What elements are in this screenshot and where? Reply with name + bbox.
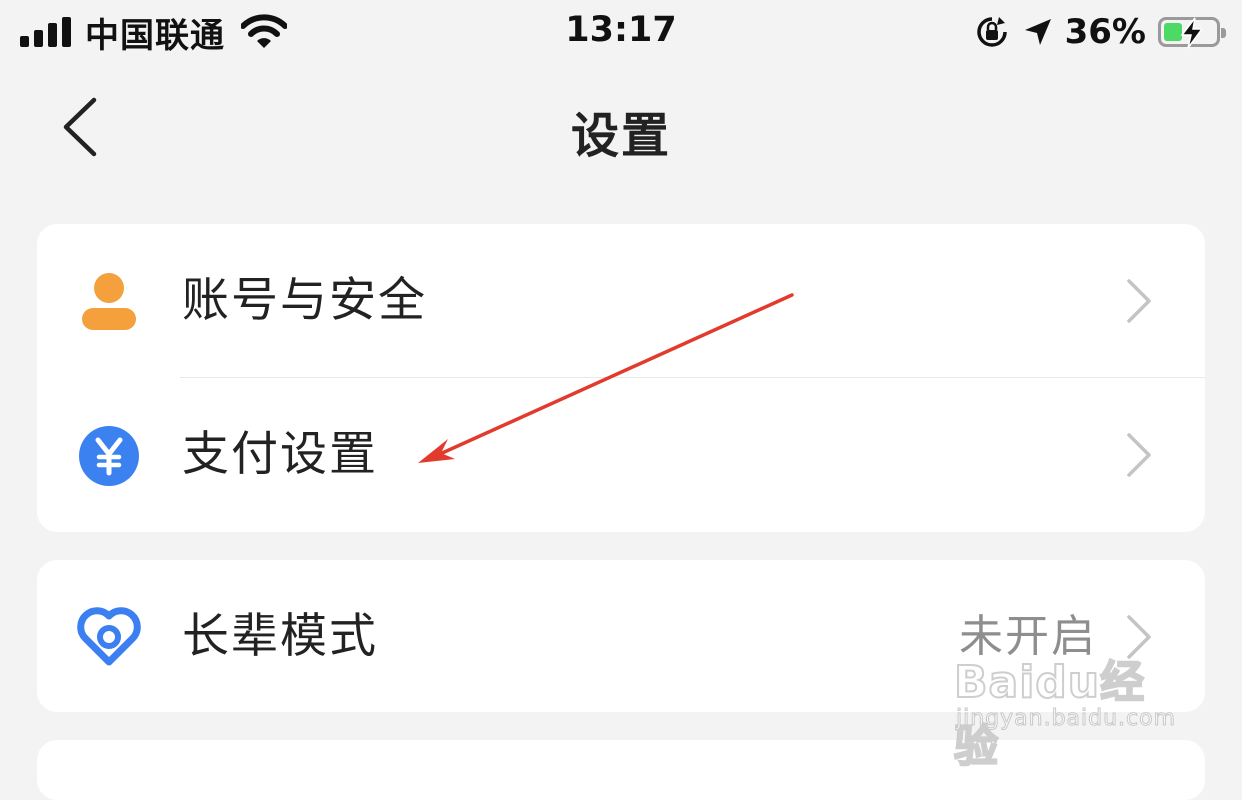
chevron-right-icon <box>1127 279 1151 323</box>
chevron-right-icon <box>1127 433 1151 477</box>
yuan-icon <box>79 426 139 486</box>
status-bar: 中国联通 13:17 36% <box>0 0 1242 70</box>
bolt-icon <box>1180 17 1204 49</box>
status-right: 36% <box>975 8 1226 56</box>
user-icon <box>82 273 136 330</box>
location-arrow-icon <box>1024 19 1051 45</box>
battery-percent: 36% <box>1064 12 1146 52</box>
row-label: 支付设置 <box>182 427 378 482</box>
row-payment-settings[interactable]: 支付设置 <box>37 378 1205 532</box>
baidu-watermark: Baidu经验 jingyan.baidu.com <box>950 640 1180 773</box>
rotation-lock-icon <box>976 17 1007 47</box>
heart-icon <box>77 607 141 666</box>
settings-group-account: 账号与安全 支付设置 <box>37 224 1205 532</box>
row-account-security[interactable]: 账号与安全 <box>37 224 1205 378</box>
row-label: 账号与安全 <box>182 273 427 328</box>
battery-charging-icon <box>1158 17 1226 49</box>
watermark-url: jingyan.baidu.com <box>955 706 1177 732</box>
page-title: 设置 <box>570 108 671 164</box>
row-label: 长辈模式 <box>182 609 378 664</box>
